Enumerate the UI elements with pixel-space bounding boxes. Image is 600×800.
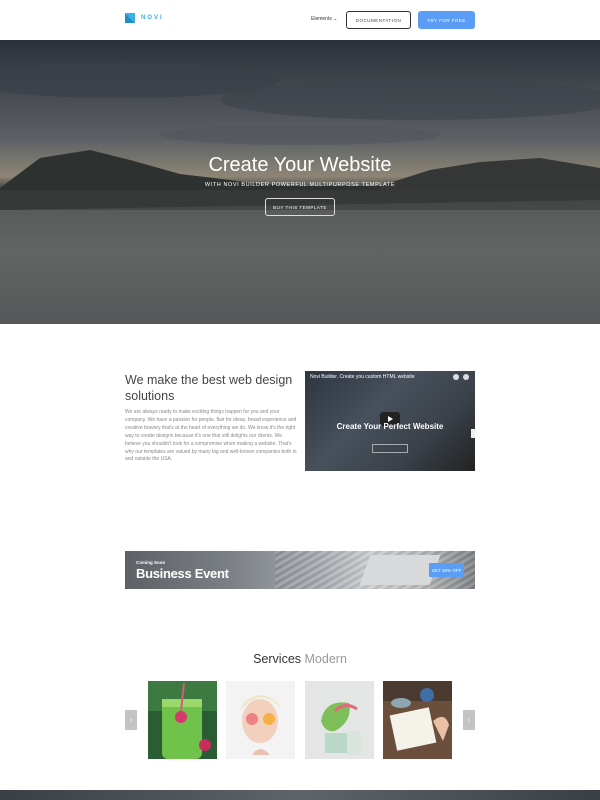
hero-section: Create Your Website WITH NOVI BUILDER PO… xyxy=(0,40,600,324)
business-event-banner: Coming Soon Business Event GET 50% OFF xyxy=(125,551,475,589)
arrow-right-icon[interactable]: › xyxy=(463,710,475,730)
video-player[interactable]: Novi Builder. Create you custom HTML web… xyxy=(305,371,475,471)
share-icon[interactable] xyxy=(463,374,469,380)
video-controls xyxy=(453,374,469,380)
documentation-button[interactable]: DOCUMENTATION xyxy=(346,11,411,29)
logo[interactable]: NOVI xyxy=(125,13,164,23)
site-header: NOVI Elements ⌄ DOCUMENTATION TRY FOR FR… xyxy=(0,0,600,40)
video-headline: Create Your Perfect Website xyxy=(336,422,444,431)
video-next-arrow xyxy=(471,429,475,438)
nav-elements-label: Elements xyxy=(311,16,332,22)
nav-elements-dropdown[interactable]: Elements ⌄ xyxy=(311,16,337,22)
workspace-image xyxy=(383,681,452,759)
arrow-left-icon[interactable]: ‹ xyxy=(125,710,137,730)
service-card-portrait[interactable] xyxy=(226,681,295,759)
hero-title: Create Your Website xyxy=(208,154,392,176)
banner-kicker: Coming Soon xyxy=(136,560,166,565)
logo-mark-icon xyxy=(125,13,135,23)
get-discount-button[interactable]: GET 50% OFF xyxy=(429,563,464,577)
about-title: We make the best web design solutions xyxy=(125,373,293,403)
video-title: Novi Builder. Create you custom HTML web… xyxy=(310,374,415,380)
service-card-smoothie[interactable] xyxy=(148,681,217,759)
chevron-down-icon: ⌄ xyxy=(333,16,338,22)
hero-subtitle: WITH NOVI BUILDER POWERFUL MULTIPURPOSE … xyxy=(204,182,396,188)
buy-template-button[interactable]: BUY THIS TEMPLATE xyxy=(265,198,335,216)
logo-text: NOVI xyxy=(141,15,164,21)
service-card-workspace[interactable] xyxy=(383,681,452,759)
footer-image-strip xyxy=(0,790,600,800)
banner-title: Business Event xyxy=(136,566,229,581)
services-title-muted: Modern xyxy=(304,652,347,666)
service-card-plant[interactable] xyxy=(305,681,374,759)
smoothie-image xyxy=(148,681,217,759)
plant-image xyxy=(305,681,374,759)
video-inner-button xyxy=(372,444,408,453)
services-title-main: Services xyxy=(253,652,302,666)
try-for-free-button[interactable]: TRY FOR FREE xyxy=(418,11,475,29)
services-title: Services Modern xyxy=(0,652,600,666)
clock-icon[interactable] xyxy=(453,374,459,380)
about-text: We are always ready to make exciting thi… xyxy=(125,409,297,463)
portrait-image xyxy=(226,681,295,759)
